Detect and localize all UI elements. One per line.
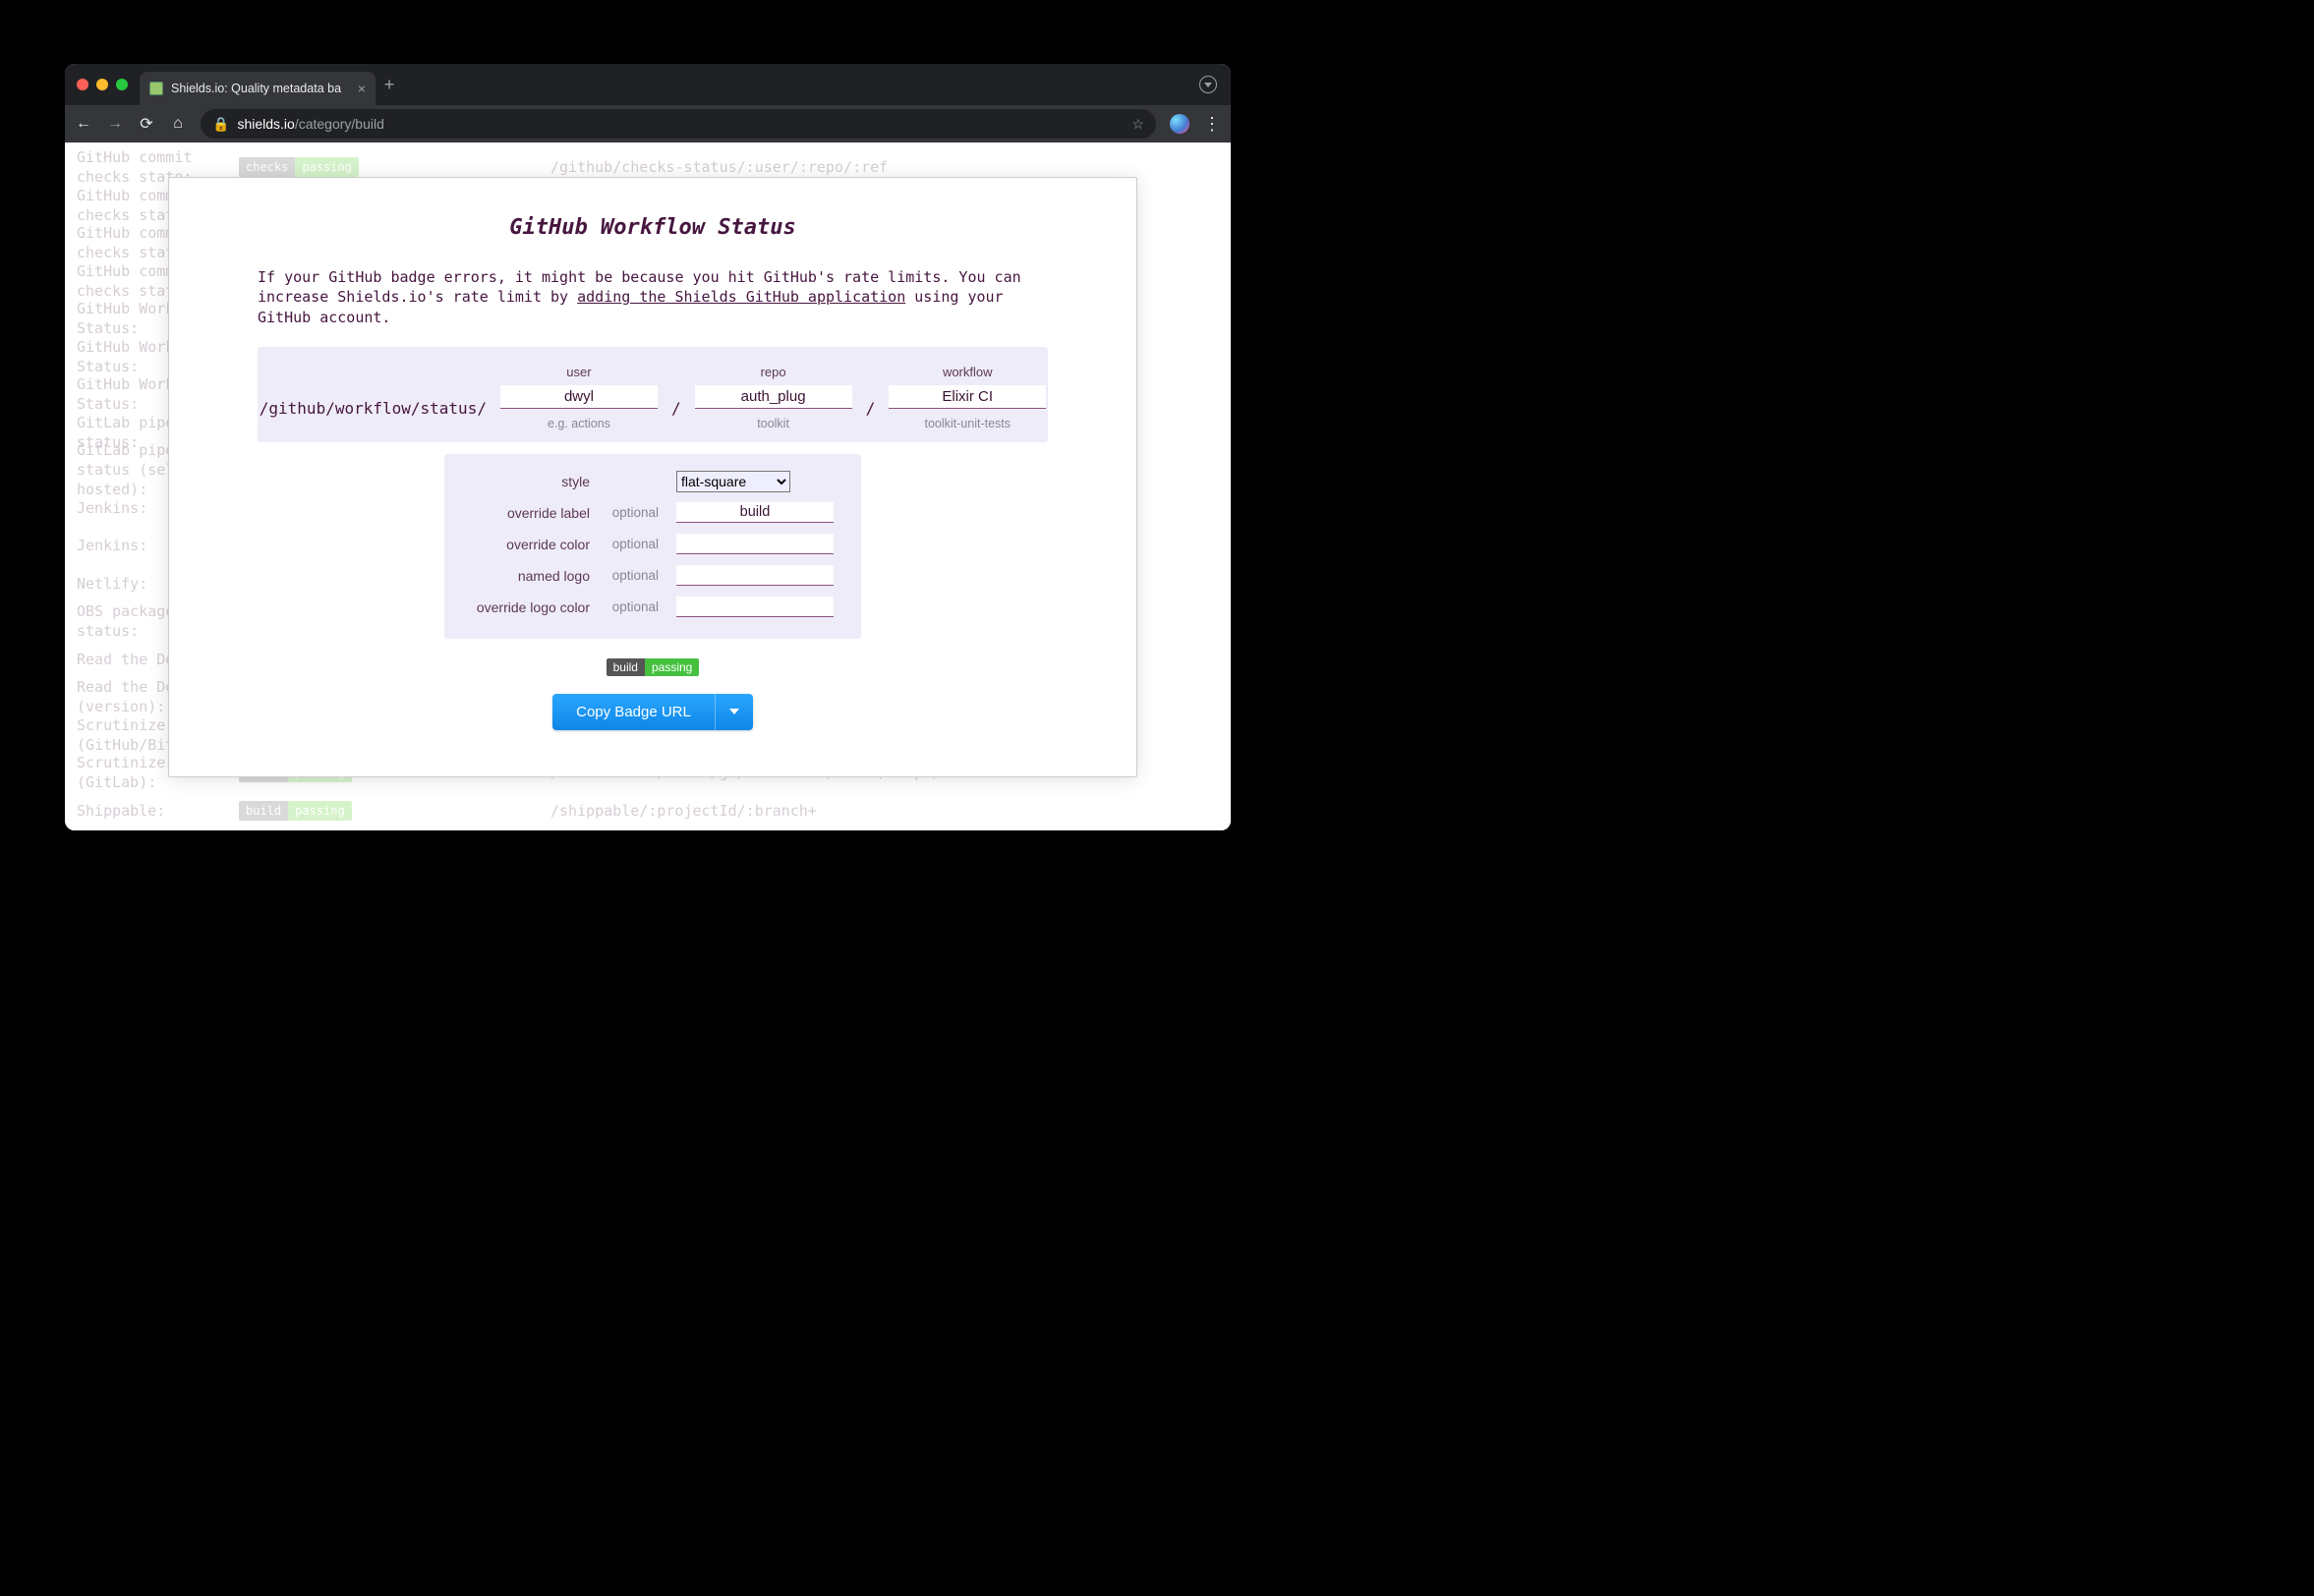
preview-badge-left: build (607, 658, 645, 676)
browser-menu-button[interactable]: ⋮ (1203, 114, 1221, 135)
repo-input[interactable] (695, 385, 852, 409)
param-eg-user: e.g. actions (548, 417, 610, 430)
opt-label-style: style (472, 474, 590, 489)
tabs-dropdown-button[interactable] (1199, 76, 1217, 93)
tab-title: Shields.io: Quality metadata ba (171, 82, 350, 95)
fullscreen-window-button[interactable] (116, 79, 128, 90)
home-button[interactable]: ⌂ (169, 115, 187, 133)
window-controls (77, 79, 128, 90)
copy-badge-url-button[interactable]: Copy Badge URL (552, 694, 753, 730)
named-logo-input[interactable] (676, 565, 834, 586)
bookmark-star-icon[interactable]: ☆ (1131, 116, 1144, 133)
badge-preview: build passing (607, 658, 700, 676)
override-label-input[interactable] (676, 502, 834, 523)
close-tab-button[interactable]: × (358, 81, 366, 96)
path-separator: / (671, 399, 681, 418)
address-bar[interactable]: 🔒 shields.io/category/build ☆ (201, 109, 1156, 139)
lock-icon: 🔒 (212, 116, 229, 133)
override-logo-color-input[interactable] (676, 597, 834, 617)
opt-label-override-label: override label (472, 505, 590, 521)
badge-config-modal: GitHub Workflow Status If your GitHub ba… (168, 177, 1137, 777)
modal-title: GitHub Workflow Status (509, 215, 795, 240)
copy-dropdown-button[interactable] (716, 694, 753, 730)
copy-button-label: Copy Badge URL (552, 694, 716, 730)
opt-label-named-logo: named logo (472, 568, 590, 584)
options-box: style flat-square override label optiona… (444, 454, 861, 639)
minimize-window-button[interactable] (96, 79, 108, 90)
url-text: shields.io/category/build (237, 116, 383, 132)
forward-button[interactable]: → (106, 115, 124, 133)
workflow-input[interactable] (889, 385, 1046, 409)
add-shields-app-link[interactable]: adding the Shields GitHub application (577, 288, 905, 306)
param-label-repo: repo (761, 365, 786, 379)
path-separator: / (866, 399, 876, 418)
param-eg-repo: toolkit (757, 417, 789, 430)
opt-label-override-color: override color (472, 537, 590, 552)
route-builder: /github/workflow/status/ user e.g. actio… (258, 347, 1048, 442)
param-label-user: user (566, 365, 591, 379)
param-eg-workflow: toolkit-unit-tests (924, 417, 1011, 430)
user-input[interactable] (500, 385, 658, 409)
browser-toolbar: ← → ⟳ ⌂ 🔒 shields.io/category/build ☆ ⋮ (65, 105, 1231, 142)
extension-icon[interactable] (1170, 114, 1189, 134)
browser-window: Shields.io: Quality metadata ba × + ← → … (65, 64, 1231, 830)
opt-label-override-logo-color: override logo color (472, 599, 590, 615)
override-color-input[interactable] (676, 534, 834, 554)
close-window-button[interactable] (77, 79, 88, 90)
tab-strip: Shields.io: Quality metadata ba × + (65, 64, 1231, 105)
favicon-icon (149, 82, 163, 95)
new-tab-button[interactable]: + (376, 75, 403, 95)
page-viewport: GitHub commit checks state:checkspassing… (65, 142, 1231, 830)
browser-tab[interactable]: Shields.io: Quality metadata ba × (140, 72, 376, 105)
preview-badge-right: passing (645, 658, 699, 676)
reload-button[interactable]: ⟳ (138, 114, 155, 134)
rate-limit-note: If your GitHub badge errors, it might be… (258, 267, 1048, 327)
back-button[interactable]: ← (75, 115, 92, 133)
style-select[interactable]: flat-square (676, 471, 790, 492)
param-label-workflow: workflow (943, 365, 993, 379)
route-prefix: /github/workflow/status/ (260, 399, 487, 418)
